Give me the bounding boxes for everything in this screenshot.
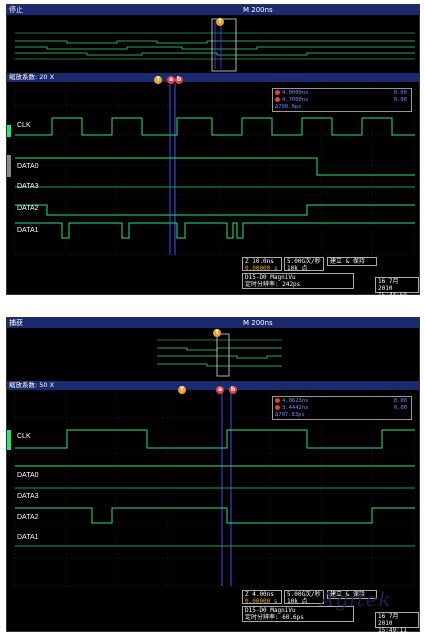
sample-rate-box[interactable]: 5.00G次/秒 10k 点 [284, 590, 324, 605]
zoom-time-box[interactable]: Z 4.00ns 0.00000 s [242, 590, 282, 605]
channel-label-data3: DATA3 [17, 493, 39, 500]
data2-trace [15, 204, 415, 216]
data2-trace [15, 507, 415, 524]
channel-label-clk: CLK [17, 433, 31, 440]
setup-hold-box[interactable]: 建立 & 保持 [327, 257, 377, 266]
cursor-readout: 4.0000ns 0.00 4.7000ns 0.00 Δ700.0ps [272, 88, 412, 112]
clk-trace [15, 429, 415, 449]
zoom-factor-bar: 缩放系数: 50 X [7, 381, 419, 390]
channel-label-data0: DATA0 [17, 163, 39, 170]
channel-label-data1: DATA1 [17, 534, 39, 541]
data0-trace [15, 157, 415, 176]
cursor-readout: 4.0623ns 0.00 3.4442ns 0.00 Δ707.83ps [272, 396, 412, 420]
overview-waveforms [157, 339, 282, 367]
bus-info-box[interactable]: D15-D0 MagniVu 定时分辨率: 242ps [242, 273, 354, 289]
cursor-c-marker[interactable]: b [175, 76, 183, 84]
zoom-window[interactable] [211, 18, 237, 72]
scope-display-1 [7, 18, 416, 256]
trigger-marker: T [213, 329, 221, 337]
scope-screen-2: 捕获 M 200ns 缩放系数: 50 X T T a b 4.0623ns 0… [6, 317, 420, 634]
channel-label-data3: DATA3 [17, 183, 39, 190]
cursor-c-marker[interactable]: b [229, 386, 237, 394]
cursor-a-marker[interactable]: T [178, 386, 186, 394]
cursor-b-marker[interactable]: a [216, 386, 224, 394]
sample-rate-box[interactable]: 5.00G次/秒 10k 点 [284, 257, 324, 272]
graticule [14, 393, 416, 587]
cursor-b-marker[interactable]: a [167, 76, 175, 84]
scope-display-2 [7, 333, 416, 587]
channel-label-data1: DATA1 [17, 227, 39, 234]
clk-trace [15, 117, 415, 136]
channel-label-clk: CLK [17, 122, 31, 129]
channel-label-data2: DATA2 [17, 514, 39, 521]
datetime-box: 16 7月 2010 15:44:59 [375, 277, 419, 299]
scope-screen-1: 停止 M 200ns 缩放系数: 20 X T T a b 4.0000ns 0… [6, 4, 420, 299]
trigger-marker: T [216, 18, 224, 26]
watermark-logo: Agitek [320, 587, 392, 611]
zoom-factor-bar: 缩放系数: 20 X [7, 73, 419, 82]
datetime-box: 16 7月 2010 15:49:11 [375, 612, 419, 634]
channel-label-data2: DATA2 [17, 205, 39, 212]
cursor-a-marker[interactable]: T [154, 76, 162, 84]
channel-label-data0: DATA0 [17, 472, 39, 479]
zoom-time-box[interactable]: Z 10.0ns 0.00000 s [242, 257, 282, 272]
